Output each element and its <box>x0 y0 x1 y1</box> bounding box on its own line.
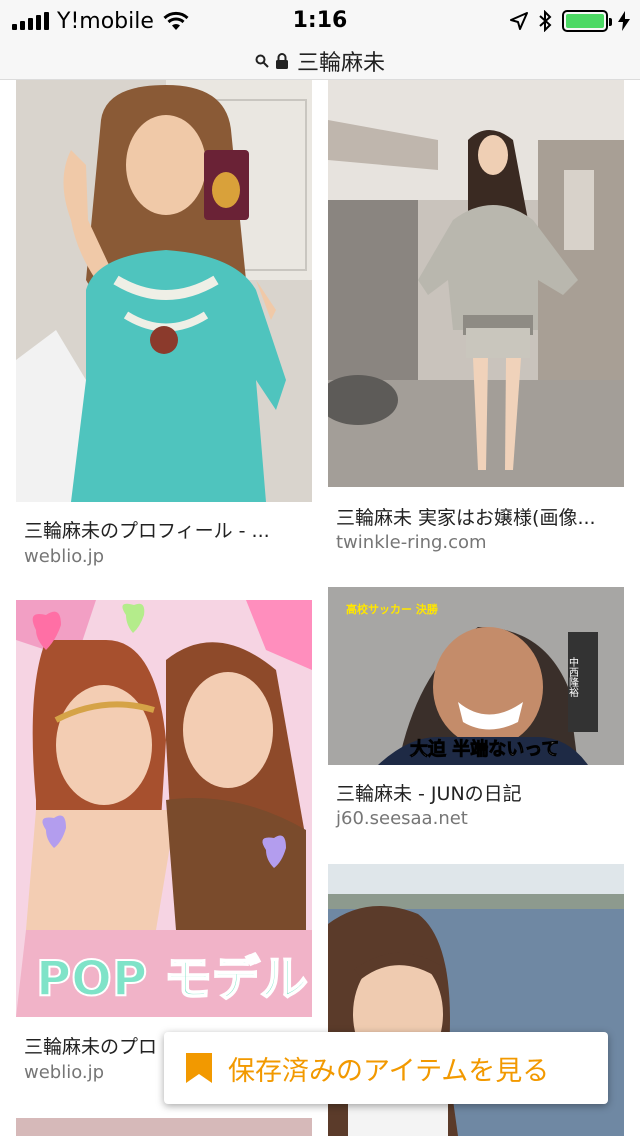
result-source: twinkle-ring.com <box>336 532 487 553</box>
result-image[interactable]: POP モデル <box>16 600 312 1017</box>
search-icon <box>255 54 269 68</box>
image-result-1[interactable]: 三輪麻未のプロフィール - ... weblio.jp <box>16 80 312 580</box>
result-source: j60.seesaa.net <box>336 808 468 829</box>
battery-level <box>566 14 604 28</box>
purikura-text: POP モデル <box>36 951 308 1007</box>
news-banner: 高校サッカー 決勝 <box>346 602 439 616</box>
page-title: 三輪麻未 <box>296 50 385 76</box>
saved-items-toast[interactable]: 保存済みのアイテムを見る <box>164 1032 608 1104</box>
news-subtitle: 大迫 半端ないって <box>410 738 559 760</box>
result-image[interactable] <box>16 80 312 502</box>
result-caption[interactable]: 三輪麻未 実家はお嬢様(画像... <box>336 503 596 530</box>
photo-purikura: POP モデル <box>16 600 312 1017</box>
lock-icon <box>275 52 288 69</box>
result-image[interactable]: 高校サッカー 決勝 中西隆裕 大迫 半端ないって <box>328 587 624 765</box>
photo-soccer-news: 高校サッカー 決勝 中西隆裕 大迫 半端ないって <box>328 587 624 765</box>
result-caption[interactable]: 三輪麻未のプロフィール - ... <box>24 516 270 543</box>
bluetooth-icon <box>539 10 552 32</box>
result-caption[interactable]: 三輪麻未のプロ <box>24 1032 157 1059</box>
photo-woman-blue-dress <box>16 80 312 502</box>
photo-woman-street <box>328 80 624 487</box>
bookmark-icon <box>186 1053 212 1083</box>
result-caption[interactable]: 三輪麻未 - JUNの日記 <box>336 779 522 806</box>
image-result-3[interactable]: POP モデル 三輪麻未のプロ weblio.jp <box>16 600 312 1100</box>
battery-icon <box>562 10 612 32</box>
status-right <box>510 8 630 34</box>
result-source: weblio.jp <box>24 546 105 567</box>
location-arrow-icon <box>510 12 528 30</box>
image-result-2[interactable]: 三輪麻未 実家はお嬢様(画像... twinkle-ring.com <box>328 80 624 560</box>
result-image[interactable] <box>328 80 624 487</box>
news-name: 中西隆裕 <box>567 656 579 698</box>
result-image[interactable] <box>16 1118 312 1136</box>
charging-bolt-icon <box>618 11 630 31</box>
url-bar[interactable]: 三輪麻未 <box>0 42 640 80</box>
saved-items-label: 保存済みのアイテムを見る <box>228 1055 550 1087</box>
image-result-4[interactable]: 高校サッカー 決勝 中西隆裕 大迫 半端ないって 三輪麻未 - JUNの日記 j… <box>328 587 624 837</box>
image-result-6[interactable] <box>16 1118 312 1136</box>
result-source: weblio.jp <box>24 1062 105 1083</box>
status-bar: Y!mobile 1:16 <box>0 0 640 42</box>
